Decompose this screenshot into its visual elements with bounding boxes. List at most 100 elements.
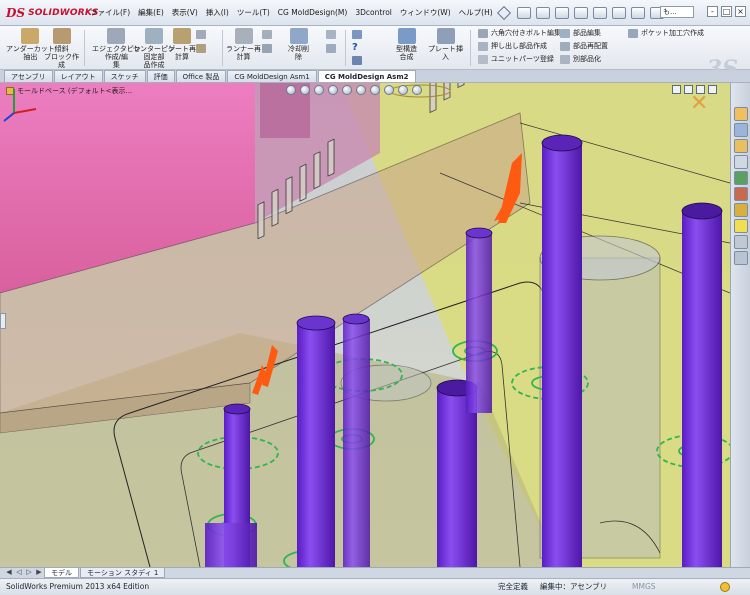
- ribbon-mini-5[interactable]: [326, 30, 336, 39]
- tab-cg-molddesign-asm1[interactable]: CG MoldDesign Asm1: [227, 70, 317, 82]
- tab-motion-study-1[interactable]: モーション スタディ 1: [80, 568, 166, 578]
- appearances-icon[interactable]: [734, 187, 748, 201]
- menu-view[interactable]: 表示(V): [168, 0, 202, 26]
- mold-structure-button[interactable]: 型構造 合成: [396, 28, 417, 61]
- view-settings-icon[interactable]: [412, 85, 422, 95]
- ribbon-mini-3[interactable]: [262, 30, 272, 39]
- menu-window[interactable]: ウィンドウ(W): [396, 0, 455, 26]
- menu-file[interactable]: ファイル(F): [86, 0, 134, 26]
- command-manager-tabs: アセンブリ レイアウト スケッチ 評価 Office 製品 CG MoldDes…: [0, 70, 750, 83]
- ribbon-mini-8[interactable]: [352, 56, 362, 65]
- gate-recalc-icon: [173, 28, 191, 44]
- block-icon: [196, 44, 206, 53]
- close-icon[interactable]: ×: [735, 6, 746, 17]
- edition-text: SolidWorks Premium 2013 x64 Edition: [6, 582, 150, 591]
- menu-help[interactable]: ヘルプ(H): [455, 0, 497, 26]
- cooling-icon: [326, 30, 336, 39]
- undo-icon[interactable]: [592, 6, 607, 19]
- part-relocate-button[interactable]: 部品再配置: [560, 41, 608, 51]
- tab-model[interactable]: モデル: [44, 568, 79, 578]
- unit-parts-icon: [478, 54, 488, 64]
- menu-insert[interactable]: 挿入(I): [202, 0, 233, 26]
- sprue-icon: [262, 44, 272, 53]
- extrude-part-button[interactable]: 押し出し部品作成: [478, 41, 547, 51]
- tab-sketch[interactable]: スケッチ: [103, 70, 146, 82]
- previous-view-icon[interactable]: [314, 85, 324, 95]
- close-view-icon[interactable]: [708, 85, 717, 94]
- menu-tools[interactable]: ツール(T): [233, 0, 274, 26]
- graphics-area[interactable]: モールドベース (デフォルト<表示... ✕: [0, 83, 730, 567]
- view-orientation-icon[interactable]: [342, 85, 352, 95]
- edit-appearance-icon[interactable]: [384, 85, 394, 95]
- print-icon[interactable]: [573, 6, 588, 19]
- display-style-icon[interactable]: [356, 85, 366, 95]
- part-edit-label: 部品編集: [573, 29, 601, 37]
- confirmation-close-icon[interactable]: ✕: [690, 93, 708, 115]
- mold-structure-icon: [397, 28, 416, 44]
- tab-assembly[interactable]: アセンブリ: [4, 70, 53, 82]
- ribbon-mini-4[interactable]: [262, 44, 272, 53]
- ejector-pin-icon: [107, 28, 126, 44]
- resources-icon[interactable]: [734, 123, 748, 137]
- menu-3dcontrol[interactable]: 3Dcontrol: [351, 0, 396, 26]
- ribbon-mini-1[interactable]: [196, 30, 206, 39]
- settings-pane-icon[interactable]: [734, 251, 748, 265]
- molddesign-pane-icon[interactable]: [734, 219, 748, 233]
- plate-insert-button[interactable]: プレート挿 入: [428, 28, 463, 61]
- apply-scene-icon[interactable]: [398, 85, 408, 95]
- zoom-fit-icon[interactable]: [286, 85, 296, 95]
- solidworks-logo[interactable]: DS SOLIDWORKS: [0, 0, 99, 26]
- panel-collapse-handle[interactable]: [0, 313, 6, 329]
- gate-recalc-button[interactable]: ゲート再 計算: [168, 28, 196, 61]
- unit-parts-button[interactable]: ユニットパーツ登録: [478, 54, 554, 64]
- tab-layout[interactable]: レイアウト: [53, 70, 103, 82]
- cooling-delete-label: 冷却削 除: [288, 45, 309, 61]
- next-tab-icon[interactable]: ▷: [24, 568, 34, 577]
- home-icon[interactable]: [734, 107, 748, 121]
- search-input[interactable]: も...: [660, 6, 694, 18]
- new-icon[interactable]: [516, 6, 531, 19]
- ribbon-mini-2[interactable]: [196, 44, 206, 53]
- slope-block-button[interactable]: 傾斜 ブロック作 成: [44, 28, 79, 69]
- units-status[interactable]: MMGS: [632, 579, 656, 595]
- design-library-icon[interactable]: [734, 139, 748, 153]
- tools-pane-icon[interactable]: [734, 235, 748, 249]
- view-palette-icon[interactable]: [734, 171, 748, 185]
- save-icon[interactable]: [554, 6, 569, 19]
- tab-evaluate[interactable]: 評価: [146, 70, 175, 82]
- file-explorer-icon[interactable]: [734, 155, 748, 169]
- select-icon[interactable]: [611, 6, 626, 19]
- section-view-icon[interactable]: [328, 85, 338, 95]
- tab-office-products[interactable]: Office 製品: [175, 70, 227, 82]
- menu-edit[interactable]: 編集(E): [134, 0, 168, 26]
- separate-part-button[interactable]: 別部品化: [560, 54, 601, 64]
- prev-tab-icon[interactable]: ◁: [14, 568, 24, 577]
- part-edit-button[interactable]: 部品編集: [560, 28, 601, 38]
- help-button[interactable]: ?: [352, 42, 358, 53]
- custom-properties-icon[interactable]: [734, 203, 748, 217]
- open-icon[interactable]: [535, 6, 550, 19]
- restore-icon[interactable]: □: [721, 6, 732, 17]
- mold-assembly-model: [0, 83, 730, 567]
- ribbon-mini-6[interactable]: [326, 44, 336, 53]
- pin-icon[interactable]: [496, 5, 511, 20]
- minimize-icon[interactable]: -: [707, 6, 718, 17]
- last-tab-icon[interactable]: ▶: [34, 568, 44, 577]
- ribbon-divider: [345, 30, 346, 66]
- pocket-hole-button[interactable]: ポケット加工穴作成: [628, 28, 704, 38]
- cooling-delete-button[interactable]: 冷却削 除: [288, 28, 309, 61]
- ribbon-mini-7[interactable]: [352, 30, 362, 39]
- separate-part-label: 別部品化: [573, 55, 601, 63]
- menu-cg-molddesign[interactable]: CG MoldDesign(M): [274, 0, 352, 26]
- hide-show-icon[interactable]: [370, 85, 380, 95]
- window-controls: - □ ×: [707, 6, 746, 17]
- heads-up-toolbar: [286, 85, 422, 95]
- help-icon[interactable]: [720, 582, 730, 592]
- tab-cg-molddesign-asm2[interactable]: CG MoldDesign Asm2: [317, 70, 416, 82]
- hex-bolt-button[interactable]: 六角穴付きボルト編集: [478, 28, 561, 38]
- first-tab-icon[interactable]: ◀: [4, 568, 14, 577]
- rebuild-icon[interactable]: [630, 6, 645, 19]
- minimize-view-icon[interactable]: [672, 85, 681, 94]
- zoom-area-icon[interactable]: [300, 85, 310, 95]
- runner-recalc-button[interactable]: ランナー再 計算: [226, 28, 261, 61]
